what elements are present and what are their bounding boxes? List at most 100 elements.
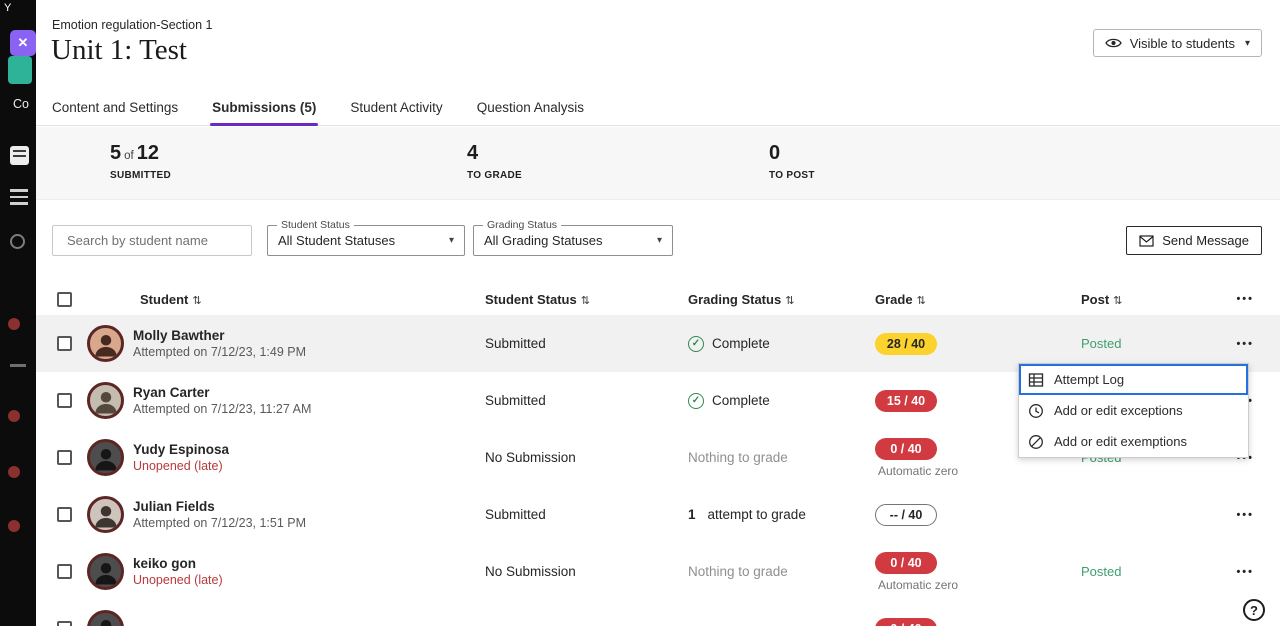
breadcrumb: Emotion regulation-Section 1 (52, 18, 213, 32)
menu-item-add-or-edit-exemptions[interactable]: Add or edit exemptions (1019, 426, 1248, 457)
menu-item-attempt-log[interactable]: Attempt Log (1019, 364, 1248, 395)
help-button[interactable]: ? (1243, 599, 1265, 621)
column-header-post[interactable]: Post⇅ (1060, 292, 1175, 307)
circle-icon-fragment (10, 234, 25, 249)
grade-note: Automatic zero (878, 578, 958, 592)
grading-status-cell: ✓ Complete (688, 336, 860, 352)
red-icon-fragment (8, 520, 20, 532)
table-row[interactable]: keiko gon Unopened (late) No Submission … (36, 543, 1280, 600)
grade-pill: 0 / 40 (875, 438, 937, 460)
column-header-grading-status[interactable]: Grading Status⇅ (688, 292, 860, 307)
avatar (87, 496, 124, 533)
row-checkbox[interactable] (57, 621, 72, 626)
row-checkbox[interactable] (57, 393, 72, 408)
student-name-cell: Yudy Espinosa Unopened (late) (133, 442, 485, 473)
grade-pill: 0 / 40 (875, 618, 937, 626)
table-row[interactable]: Julian Fields Attempted on 7/12/23, 1:51… (36, 486, 1280, 543)
student-status-select-label: Student Status (277, 219, 354, 231)
tab-student-activity[interactable]: Student Activity (350, 89, 442, 125)
row-options-menu-button[interactable]: ••• (1236, 623, 1254, 626)
row-options-menu-button[interactable]: ••• (1236, 509, 1254, 521)
gradebook-icon (10, 146, 29, 165)
avatar (87, 553, 124, 590)
row-context-menu: Attempt Log Add or edit exceptions Add o… (1018, 363, 1249, 458)
row-checkbox[interactable] (57, 450, 72, 465)
menu-icon (10, 189, 28, 205)
visibility-label: Visible to students (1130, 36, 1235, 51)
student-name-cell: Ryan Carter Attempted on 7/12/23, 11:27 … (133, 385, 485, 416)
tab-submissions[interactable]: Submissions (5) (212, 89, 316, 125)
grading-status-cell: Nothing to grade (688, 564, 860, 579)
grade-cell: -- / 40 (860, 504, 1060, 526)
chevron-down-icon: ▾ (1245, 38, 1250, 49)
search-input[interactable] (67, 233, 243, 248)
strip-text-fragment: Co (13, 97, 29, 111)
post-status: Posted (1060, 564, 1175, 579)
tab-bar: Content and Settings Submissions (5) Stu… (36, 89, 1280, 126)
close-panel-button[interactable]: ✕ (10, 30, 36, 56)
grading-status-select-label: Grading Status (483, 219, 561, 231)
table-options-menu-button[interactable]: ••• (1236, 293, 1254, 305)
sort-icon: ⇅ (917, 295, 926, 307)
menu-item-add-or-edit-exceptions[interactable]: Add or edit exceptions (1019, 395, 1248, 426)
strip-teal-fragment (8, 56, 32, 84)
row-checkbox[interactable] (57, 507, 72, 522)
student-status-cell: No Submission (485, 450, 688, 465)
question-mark-icon: ? (1250, 603, 1258, 618)
tab-question-analysis[interactable]: Question Analysis (477, 89, 584, 125)
eye-icon (1105, 37, 1122, 49)
row-checkbox[interactable] (57, 336, 72, 351)
slash-circle-icon (1028, 434, 1044, 450)
send-message-button[interactable]: Send Message (1126, 226, 1262, 255)
stat-to-grade: 4 TO GRADE (467, 142, 522, 181)
close-icon: ✕ (18, 35, 29, 51)
post-status: Posted (1060, 336, 1175, 351)
chevron-down-icon: ▾ (657, 235, 662, 246)
page-title: Unit 1: Test (51, 34, 187, 67)
grade-cell: 0 / 40 (860, 618, 1060, 626)
table-header-row: Student⇅ Student Status⇅ Grading Status⇅… (36, 283, 1280, 315)
complete-check-icon: ✓ (688, 336, 704, 352)
stat-submitted: 5of12 SUBMITTED (110, 142, 171, 181)
stat-to-post: 0 TO POST (769, 142, 815, 181)
visibility-dropdown-button[interactable]: Visible to students ▾ (1093, 29, 1262, 57)
grade-pill: 15 / 40 (875, 390, 937, 412)
strip-text-fragment: Y (4, 2, 11, 14)
attempt-log-icon (1028, 372, 1044, 388)
red-icon-fragment (8, 410, 20, 422)
student-status-cell: Submitted (485, 393, 688, 408)
student-status-cell: Submitted (485, 507, 688, 522)
avatar (87, 610, 124, 626)
student-search-box (52, 225, 252, 256)
column-header-student[interactable]: Student⇅ (133, 292, 485, 307)
row-options-menu-button[interactable]: ••• (1236, 338, 1254, 350)
column-header-grade[interactable]: Grade⇅ (860, 292, 1060, 307)
bar-fragment (10, 364, 26, 367)
grading-status-select-value: All Grading Statuses (484, 233, 603, 248)
student-status-cell: Submitted (485, 336, 688, 351)
row-options-menu-button[interactable]: ••• (1236, 566, 1254, 578)
column-header-student-status[interactable]: Student Status⇅ (485, 292, 688, 307)
grade-cell: 28 / 40 (860, 333, 1060, 355)
student-name-cell: keiko gon Unopened (late) (133, 556, 485, 587)
grade-cell: 0 / 40 Automatic zero (860, 552, 1060, 592)
table-row[interactable]: 0 / 40 ••• (36, 600, 1280, 626)
student-name-cell: Molly Bawther Attempted on 7/12/23, 1:49… (133, 328, 485, 359)
row-checkbox[interactable] (57, 564, 72, 579)
chevron-down-icon: ▾ (449, 235, 454, 246)
envelope-icon (1139, 235, 1154, 247)
avatar (87, 439, 124, 476)
grading-status-select[interactable]: Grading Status All Grading Statuses ▾ (473, 225, 673, 256)
select-all-checkbox[interactable] (57, 292, 72, 307)
grade-pill: 0 / 40 (875, 552, 937, 574)
send-message-label: Send Message (1162, 233, 1249, 248)
student-status-select[interactable]: Student Status All Student Statuses ▾ (267, 225, 465, 256)
tab-content-and-settings[interactable]: Content and Settings (52, 89, 178, 125)
red-icon-fragment (8, 466, 20, 478)
submission-stats-band: 5of12 SUBMITTED 4 TO GRADE 0 TO POST (36, 127, 1280, 200)
sort-icon: ⇅ (192, 295, 201, 307)
grade-note: Automatic zero (878, 464, 958, 478)
student-name-cell: Julian Fields Attempted on 7/12/23, 1:51… (133, 499, 485, 530)
sort-icon: ⇅ (1113, 295, 1122, 307)
clock-icon (1028, 403, 1044, 419)
